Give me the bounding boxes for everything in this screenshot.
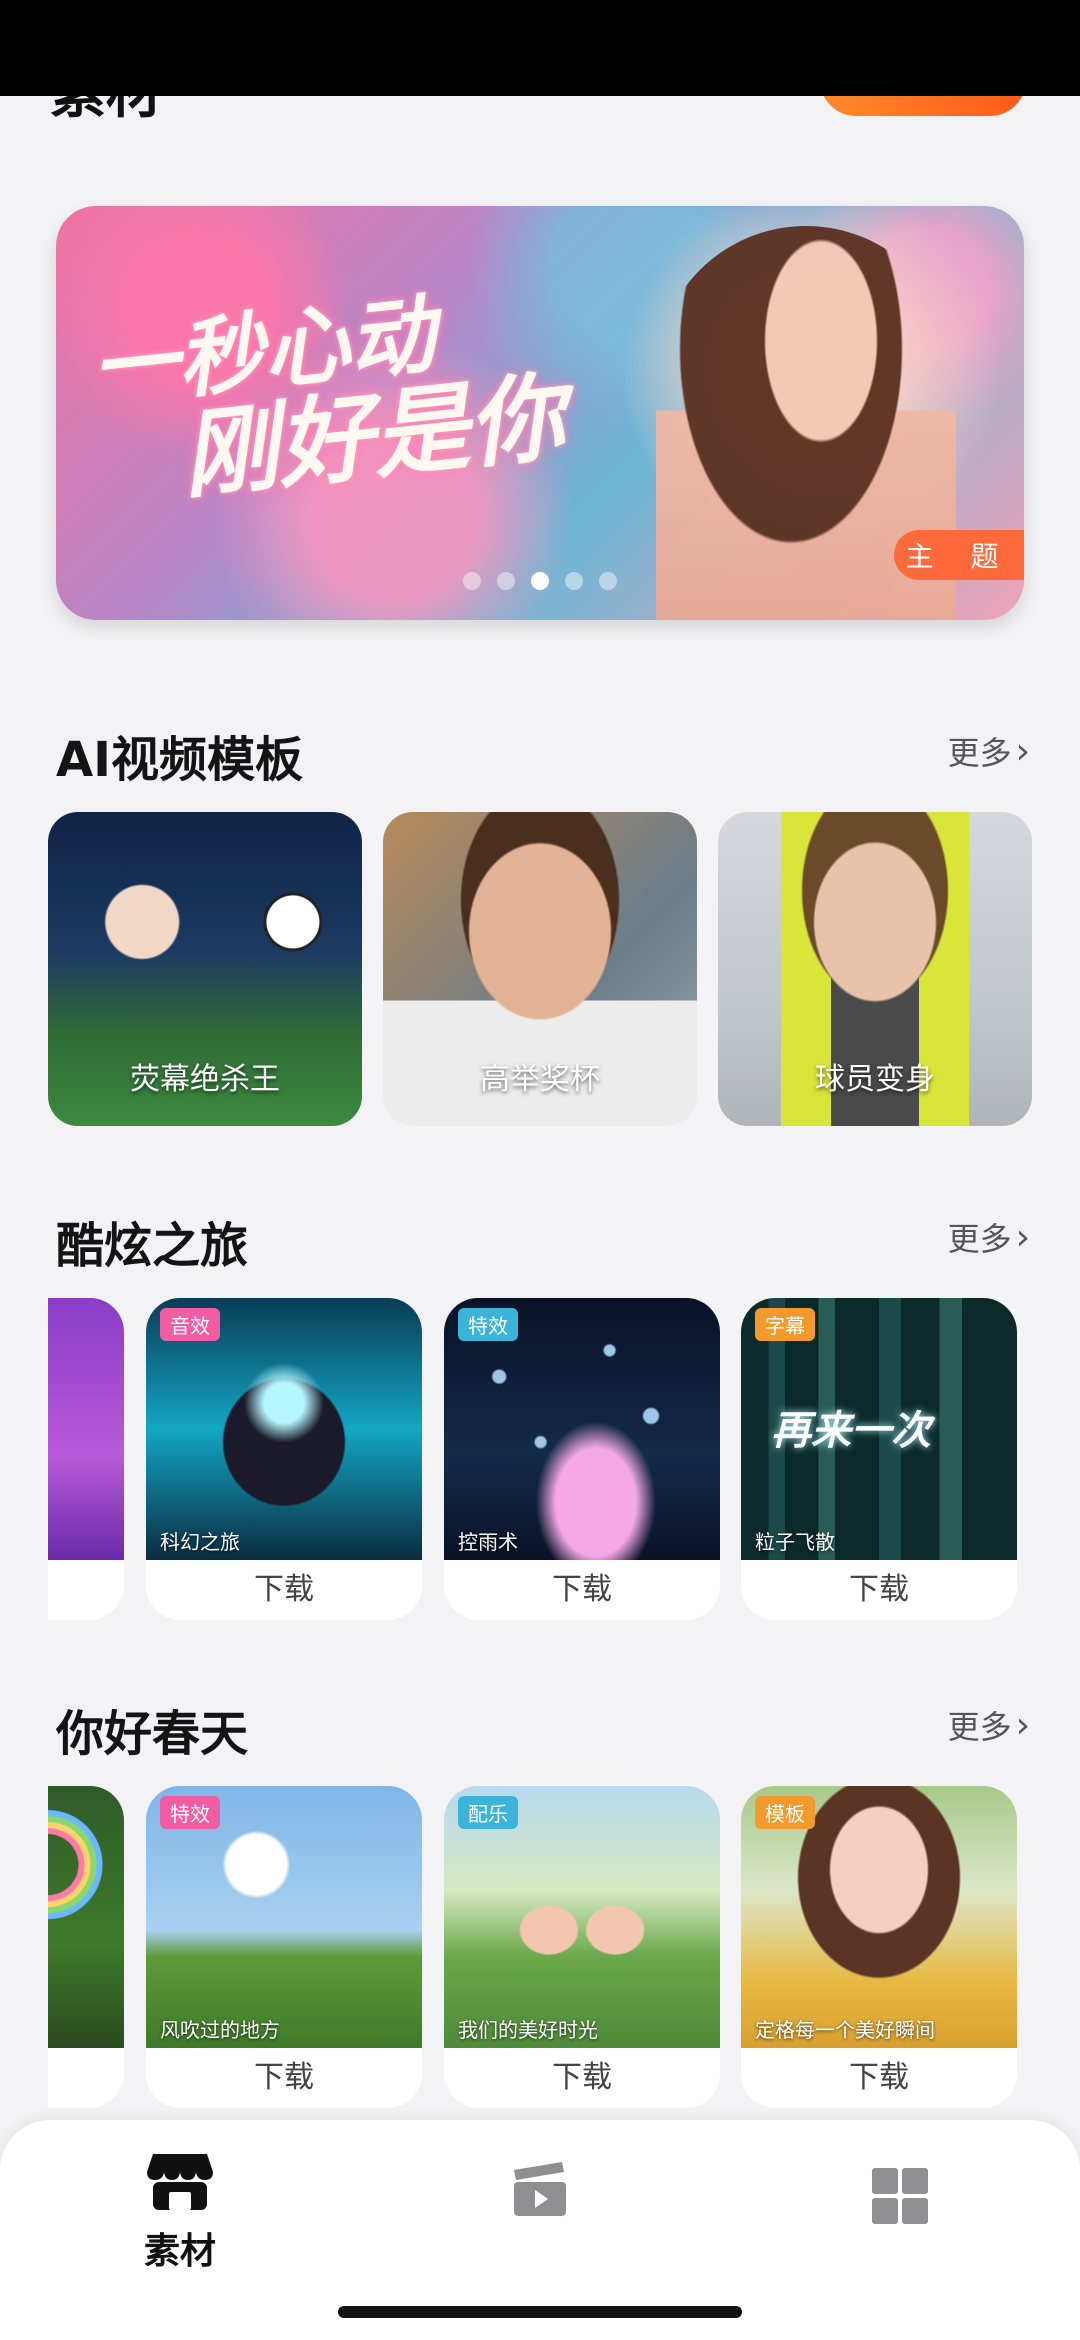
banner-dot[interactable] [599,572,617,590]
status-bar [0,0,1080,96]
material-title: 科幻之旅 [160,1530,240,1554]
material-title: 风吹过的地方 [160,2018,280,2042]
category-badge: 音效 [160,1308,220,1341]
banner-theme-tag[interactable]: 主 题 [894,530,1024,580]
ai-template-card[interactable]: 荧幕绝杀王 [48,812,362,1126]
category-badge: 配乐 [458,1796,518,1829]
store-icon [145,2154,215,2216]
material-card-partial[interactable] [48,1298,124,1620]
category-badge: 模板 [755,1796,815,1829]
ai-template-card[interactable]: 球员变身 [718,812,1032,1126]
banner-dot-active[interactable] [531,572,549,590]
material-title: 我们的美好时光 [458,2018,598,2042]
more-label: 更多 [947,1708,1012,1746]
material-card[interactable]: 音效 科幻之旅 下载 [146,1298,422,1620]
material-card[interactable]: 模板 定格每一个美好瞬间 下载 [741,1786,1017,2108]
material-thumbnail [48,1786,124,2048]
material-title: 粒子飞散 [755,1530,835,1554]
material-card-partial[interactable] [48,1786,124,2108]
category-badge: 特效 [458,1308,518,1341]
download-button[interactable]: 下载 [146,2052,422,2096]
category-badge: 特效 [160,1796,220,1829]
chevron-right-icon: › [1015,730,1030,772]
material-card[interactable]: 配乐 我们的美好时光 下载 [444,1786,720,2108]
ai-template-card[interactable]: 高举奖杯 [383,812,697,1126]
more-link-ai[interactable]: 更多 › [948,728,1030,774]
ai-template-label: 高举奖杯 [480,1062,600,1097]
download-button[interactable]: 下载 [146,1564,422,1608]
more-link-cool[interactable]: 更多 › [948,1214,1030,1260]
nav-tab-more[interactable] [800,2166,1000,2230]
material-title: 定格每一个美好瞬间 [755,2018,935,2042]
material-card[interactable]: 特效 控雨术 下载 [444,1298,720,1620]
download-button[interactable]: 下载 [444,2052,720,2096]
banner-dot[interactable] [565,572,583,590]
chevron-right-icon: › [1015,1704,1030,1746]
download-button[interactable]: 下载 [741,1564,1017,1608]
banner-dot[interactable] [497,572,515,590]
nav-tab-video[interactable] [440,2160,640,2224]
nav-tab-label: 素材 [143,2231,216,2272]
more-link-spring[interactable]: 更多 › [948,1702,1030,1748]
download-button[interactable]: 下载 [741,2052,1017,2096]
video-clapper-icon [510,2162,570,2224]
home-indicator[interactable] [338,2306,742,2318]
material-card[interactable]: 特效 风吹过的地方 下载 [146,1786,422,2108]
section-title-ai: AI视频模板 [56,732,304,788]
download-button[interactable]: 下载 [444,1564,720,1608]
section-title-cool: 酷炫之旅 [56,1218,249,1274]
banner-pagination [56,572,1024,590]
banner-headline: 一秒心动 刚好是你 [87,267,665,516]
more-label: 更多 [947,1220,1012,1258]
thumbnail-caption: 再来一次 [771,1408,931,1454]
material-thumbnail [48,1298,124,1560]
section-title-spring: 你好春天 [56,1706,249,1762]
material-title: 控雨术 [458,1530,518,1554]
ai-template-label: 球员变身 [815,1062,935,1097]
more-label: 更多 [947,734,1012,772]
chevron-right-icon: › [1015,1216,1030,1258]
banner-dot[interactable] [463,572,481,590]
hero-banner[interactable]: 一秒心动 刚好是你 主 题 [56,206,1024,620]
ai-template-label: 荧幕绝杀王 [130,1062,280,1097]
nav-tab-materials[interactable]: 素材 [80,2150,280,2274]
grid-icon [870,2168,930,2230]
material-card[interactable]: 再来一次 字幕 粒子飞散 下载 [741,1298,1017,1620]
category-badge: 字幕 [755,1308,815,1341]
